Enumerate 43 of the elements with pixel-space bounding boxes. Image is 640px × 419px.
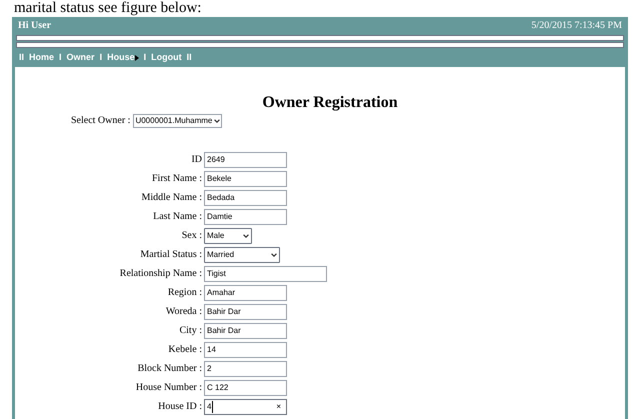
separator-text: I xyxy=(144,51,146,64)
field-label: Last Name : xyxy=(153,211,202,223)
input-field[interactable]: Bedada xyxy=(204,190,287,206)
input-field[interactable]: 2649 xyxy=(204,152,287,168)
field-label: Block Number : xyxy=(138,363,202,375)
separator-text: II xyxy=(186,51,192,64)
input-field[interactable]: 4 × xyxy=(204,399,287,415)
field-label: City : xyxy=(179,325,202,337)
dropdown[interactable]: Male xyxy=(204,228,252,244)
caption-text: marital status see figure below: xyxy=(14,0,202,17)
field-label: Select Owner : xyxy=(71,114,130,128)
chevron-down-icon xyxy=(214,118,220,124)
chevron-down-icon xyxy=(271,252,277,258)
dropdown[interactable]: Married xyxy=(204,247,280,263)
field-label: Martial Status : xyxy=(140,249,202,261)
input-field[interactable]: Amahar xyxy=(204,285,287,301)
input-field[interactable]: Damtie xyxy=(204,209,287,225)
datetime-text: 5/20/2015 7:13:45 PM xyxy=(531,19,622,33)
owner-dropdown[interactable]: U0000001.Muhamme xyxy=(133,114,222,128)
form-title: Owner Registration xyxy=(262,94,398,112)
input-field[interactable]: 14 xyxy=(204,342,287,358)
field-label: Middle Name : xyxy=(141,192,202,204)
separator-text: I xyxy=(100,51,102,64)
field-label: First Name : xyxy=(152,173,202,185)
input-field[interactable]: C 122 xyxy=(204,380,287,396)
field-label: Relationship Name : xyxy=(120,268,202,280)
separator-text: II xyxy=(19,51,24,64)
field-label: Sex : xyxy=(182,230,202,242)
field-label: House ID : xyxy=(158,401,202,413)
chevron-down-icon xyxy=(243,233,249,239)
field-label: Woreda : xyxy=(166,306,202,318)
field-label: Region : xyxy=(168,287,202,299)
field-label: ID xyxy=(191,154,202,166)
input-field[interactable]: Tigist xyxy=(204,266,327,282)
field-label: Kebele : xyxy=(168,344,202,356)
clear-button[interactable]: × xyxy=(276,401,284,413)
input-field[interactable]: Bahir Dar xyxy=(204,323,287,339)
separator-text: I xyxy=(59,51,62,64)
field-label: House Number : xyxy=(136,382,202,394)
input-field[interactable]: 2 xyxy=(204,361,287,377)
input-field[interactable]: Bahir Dar xyxy=(204,304,287,320)
greeting-text: Hi User xyxy=(18,19,52,33)
input-field[interactable]: Bekele xyxy=(204,171,287,187)
